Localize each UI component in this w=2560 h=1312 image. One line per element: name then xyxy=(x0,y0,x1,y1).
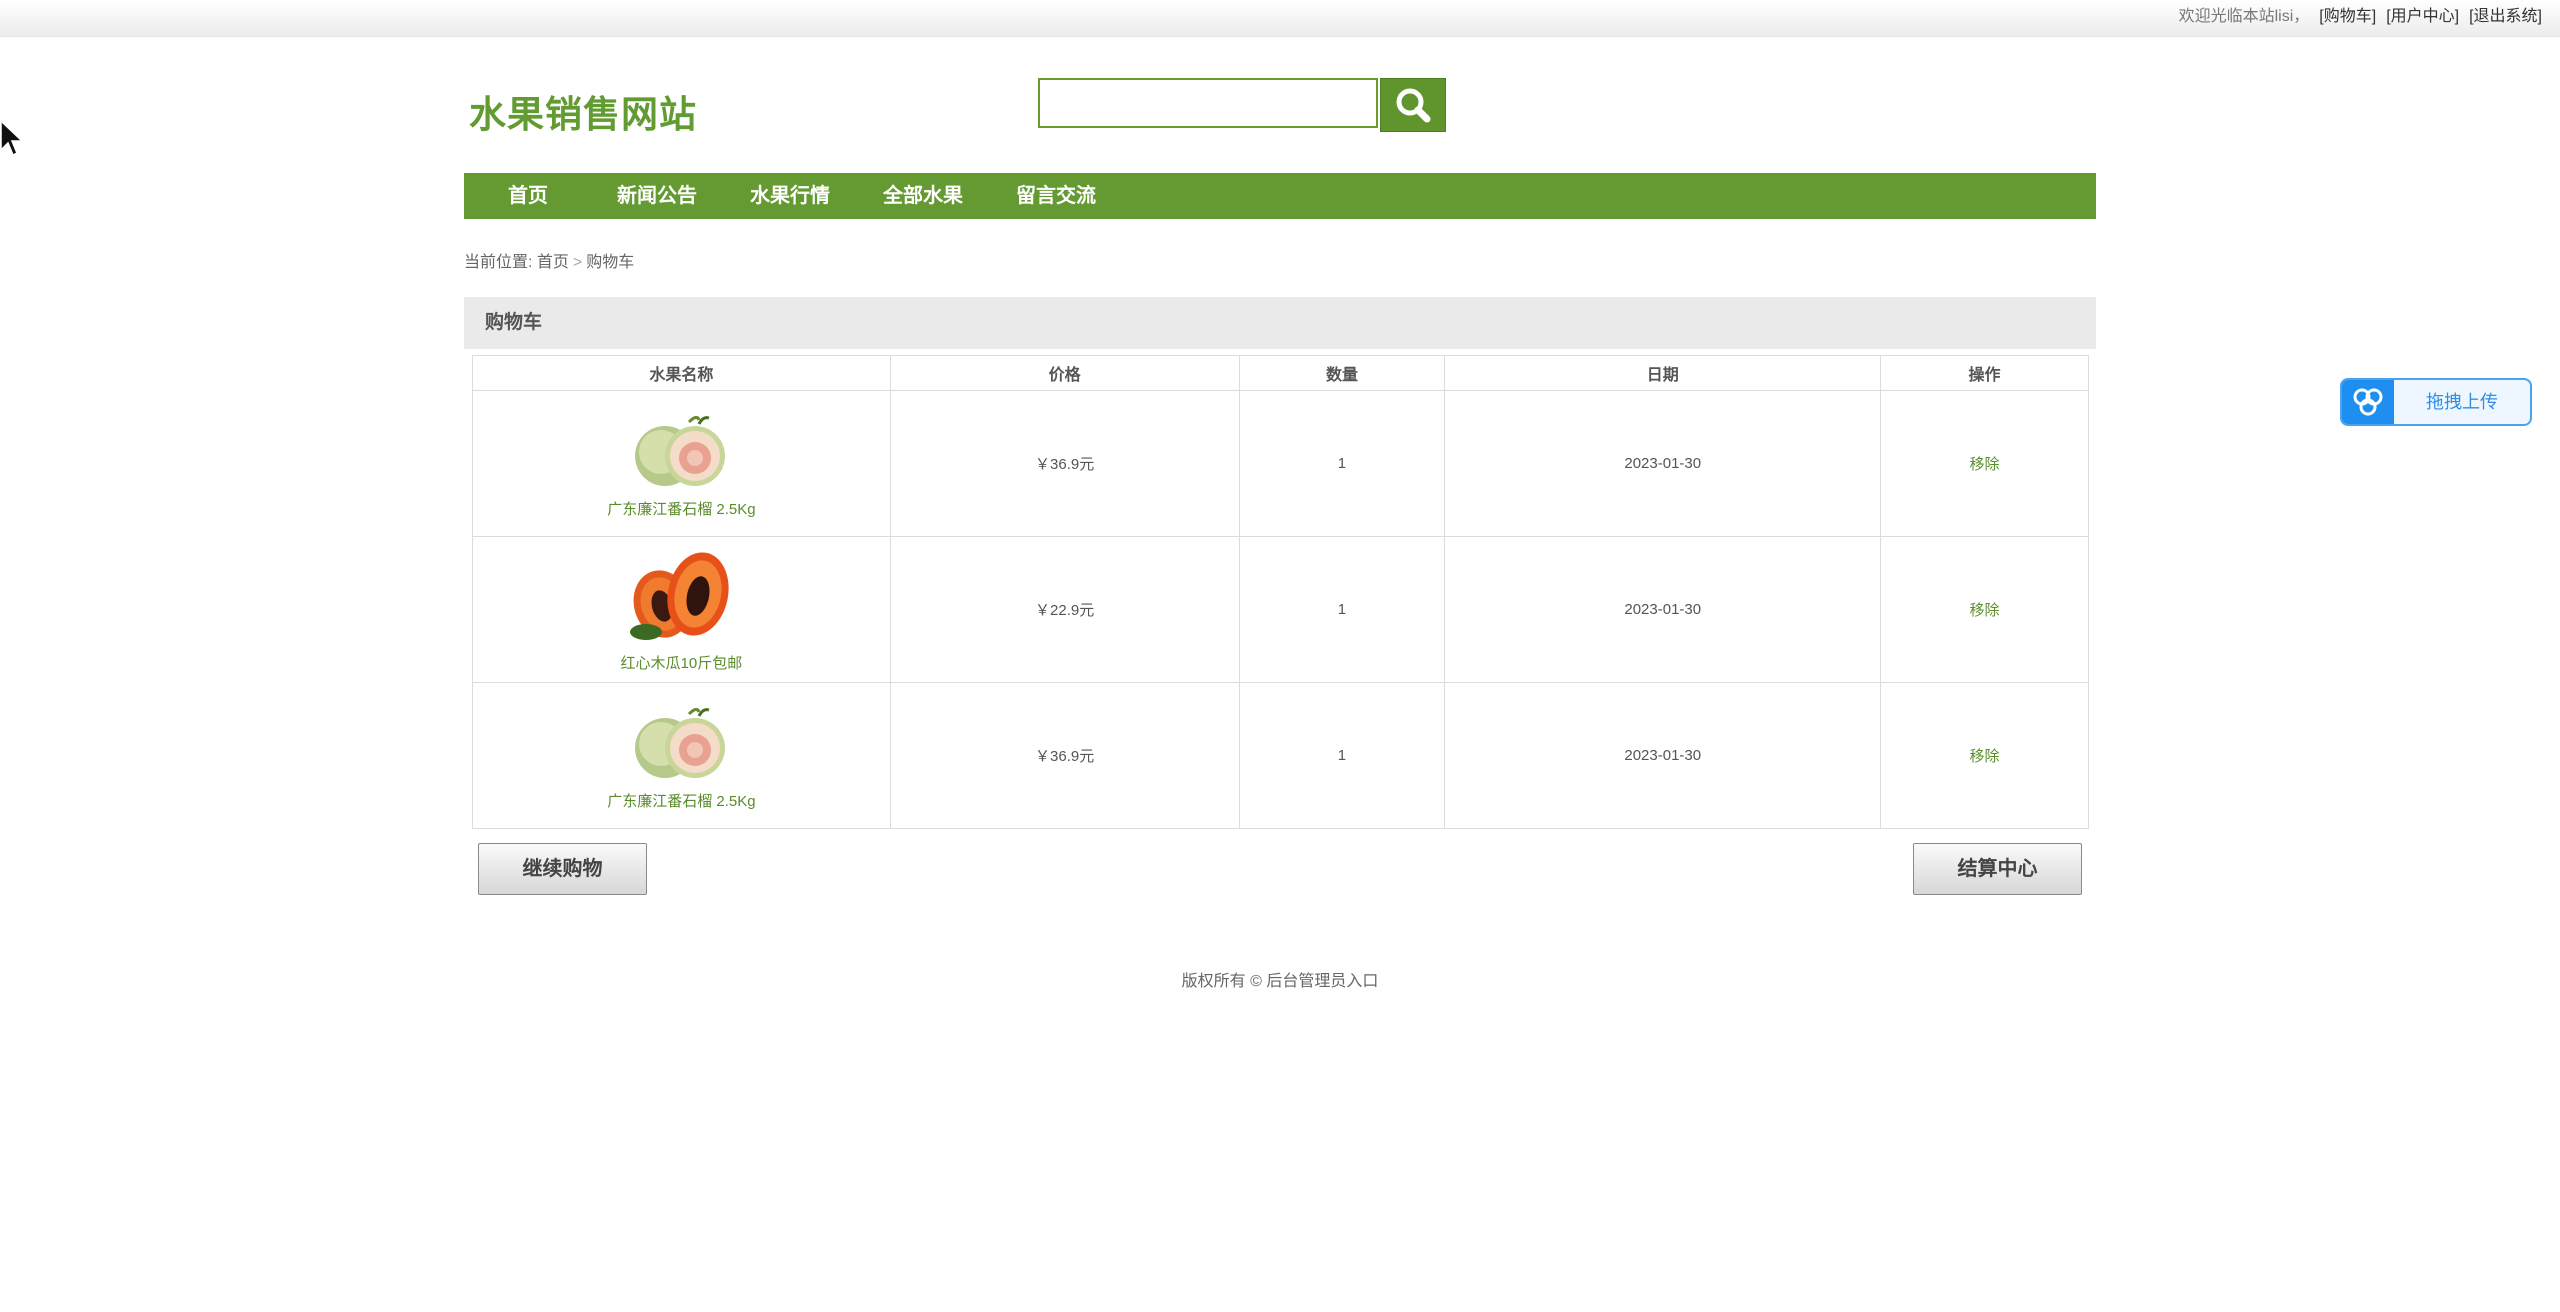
date-cell: 2023-01-30 xyxy=(1444,682,1882,829)
fruit-name-link[interactable]: 红心木瓜10斤包邮 xyxy=(473,652,890,673)
price-cell: ￥36.9元 xyxy=(889,682,1240,829)
guava-image[interactable] xyxy=(629,700,733,784)
drag-upload-widget[interactable]: 拖拽上传 xyxy=(2340,378,2532,426)
action-cell: 移除 xyxy=(1880,390,2089,537)
admin-entry-link[interactable]: 后台管理员入口 xyxy=(1266,973,1378,990)
breadcrumb: 当前位置: 首页 > 购物车 xyxy=(464,248,634,272)
column-header-price: 价格 xyxy=(889,355,1240,391)
quantity-cell: 1 xyxy=(1238,682,1446,829)
nav-guestbook[interactable]: 留言交流 xyxy=(990,173,1122,219)
logout-link[interactable]: [退出系统] xyxy=(2469,8,2542,25)
column-header-name: 水果名称 xyxy=(472,355,891,391)
nav-home[interactable]: 首页 xyxy=(464,173,592,219)
breadcrumb-arrow-icon: > xyxy=(572,254,583,271)
date-cell: 2023-01-30 xyxy=(1444,536,1882,683)
top-bar: 欢迎光临本站lisi， [购物车] [用户中心] [退出系统] xyxy=(0,0,2560,37)
action-cell: 移除 xyxy=(1880,536,2089,683)
top-links: 欢迎光临本站lisi， [购物车] [用户中心] [退出系统] xyxy=(2179,0,2542,34)
table-row: 广东廉江番石榴 2.5Kg ￥36.9元 1 2023-01-30 移除 xyxy=(472,682,2089,829)
date-cell: 2023-01-30 xyxy=(1444,390,1882,537)
cart-heading: 购物车 xyxy=(464,297,2096,349)
main-nav: 首页 新闻公告 水果行情 全部水果 留言交流 xyxy=(464,173,2096,219)
fruit-name-link[interactable]: 广东廉江番石榴 2.5Kg xyxy=(473,790,890,811)
search-input[interactable] xyxy=(1038,78,1378,128)
guava-image[interactable] xyxy=(629,408,733,492)
price-cell: ￥36.9元 xyxy=(889,390,1240,537)
continue-shopping-button[interactable]: 继续购物 xyxy=(478,843,647,895)
table-row: 红心木瓜10斤包邮 ￥22.9元 1 2023-01-30 移除 xyxy=(472,536,2089,683)
remove-button[interactable]: 移除 xyxy=(1970,602,2000,619)
nav-news[interactable]: 新闻公告 xyxy=(592,173,722,219)
footer: 版权所有 © 后台管理员入口 xyxy=(0,967,2560,991)
table-header-row: 水果名称 价格 数量 日期 操作 xyxy=(472,355,2089,391)
cart-link[interactable]: [购物车] xyxy=(2319,8,2376,25)
papaya-image[interactable] xyxy=(626,546,736,646)
fruit-name-link[interactable]: 广东廉江番石榴 2.5Kg xyxy=(473,498,890,519)
search-icon xyxy=(1396,88,1431,123)
quantity-cell: 1 xyxy=(1238,536,1446,683)
copyright-text: 版权所有 © xyxy=(1181,973,1267,990)
mouse-cursor-icon xyxy=(0,120,24,157)
checkout-button[interactable]: 结算中心 xyxy=(1913,843,2082,895)
remove-button[interactable]: 移除 xyxy=(1970,456,2000,473)
upload-logo-icon xyxy=(2342,380,2394,424)
nav-market[interactable]: 水果行情 xyxy=(724,173,856,219)
column-header-action: 操作 xyxy=(1880,355,2089,391)
quantity-cell: 1 xyxy=(1238,390,1446,537)
price-cell: ￥22.9元 xyxy=(889,536,1240,683)
breadcrumb-current: 购物车 xyxy=(586,254,635,271)
welcome-text: 欢迎光临本站lisi， xyxy=(2178,8,2310,25)
fruit-cell: 广东廉江番石榴 2.5Kg xyxy=(472,390,891,537)
column-header-date: 日期 xyxy=(1444,355,1882,391)
fruit-cell: 广东廉江番石榴 2.5Kg xyxy=(472,682,891,829)
action-cell: 移除 xyxy=(1880,682,2089,829)
user-center-link[interactable]: [用户中心] xyxy=(2386,8,2459,25)
fruit-cell: 红心木瓜10斤包邮 xyxy=(472,536,891,683)
breadcrumb-prefix: 当前位置: xyxy=(464,254,533,271)
nav-all-fruits[interactable]: 全部水果 xyxy=(857,173,989,219)
cart-table: 水果名称 价格 数量 日期 操作 广东廉江番石榴 2.5Kg ￥36.9元 1 … xyxy=(472,355,2089,829)
search-button[interactable] xyxy=(1380,78,1446,132)
remove-button[interactable]: 移除 xyxy=(1970,748,2000,765)
table-row: 广东廉江番石榴 2.5Kg ￥36.9元 1 2023-01-30 移除 xyxy=(472,390,2089,537)
upload-label: 拖拽上传 xyxy=(2426,392,2498,412)
breadcrumb-home[interactable]: 首页 xyxy=(537,254,569,271)
site-title[interactable]: 水果销售网站 xyxy=(469,84,697,138)
column-header-qty: 数量 xyxy=(1238,355,1446,391)
